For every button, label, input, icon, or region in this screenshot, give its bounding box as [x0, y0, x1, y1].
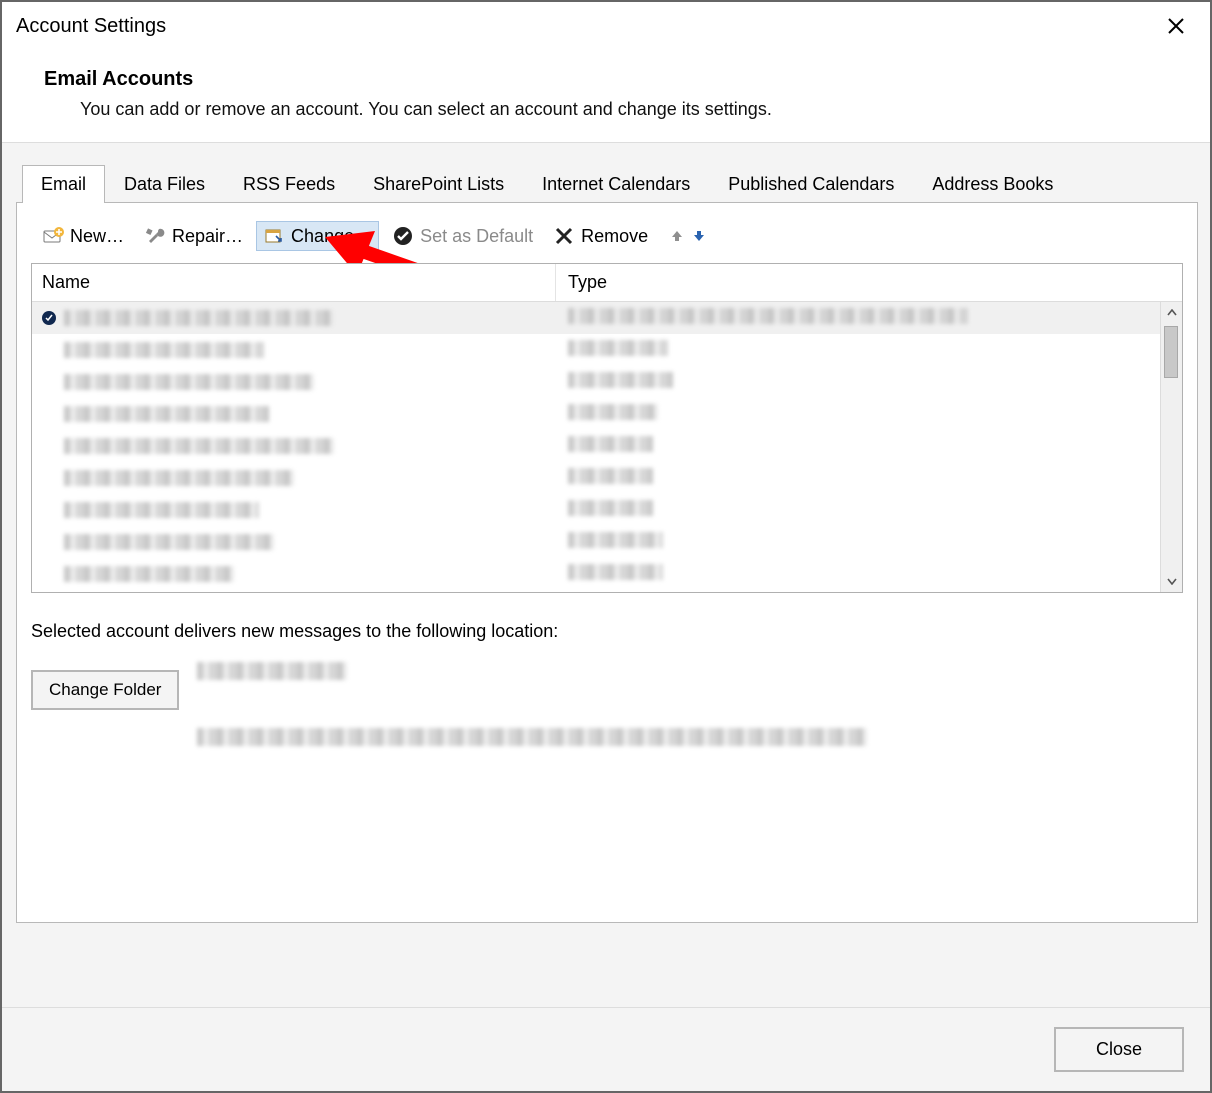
- redacted-account-type: [568, 468, 653, 484]
- tab-rss-feeds[interactable]: RSS Feeds: [224, 165, 354, 203]
- tab-data-files[interactable]: Data Files: [105, 165, 224, 203]
- redacted-account-type: [568, 372, 673, 388]
- remove-account-button[interactable]: Remove: [546, 221, 655, 251]
- footer: Close: [2, 1007, 1210, 1091]
- toolbar: New… Repair… Change…: [31, 217, 1183, 263]
- scrollbar[interactable]: [1160, 302, 1182, 592]
- repair-account-button[interactable]: Repair…: [137, 221, 250, 251]
- grid-header: Name Type: [32, 264, 1182, 302]
- close-button[interactable]: Close: [1054, 1027, 1184, 1072]
- chevron-up-icon: [1167, 309, 1177, 317]
- redacted-folder-path: [197, 728, 867, 746]
- delivery-text: Selected account delivers new messages t…: [31, 621, 1183, 642]
- redacted-account-name: [64, 342, 264, 358]
- tab-sharepoint-lists[interactable]: SharePoint Lists: [354, 165, 523, 203]
- grid-body: [32, 302, 1182, 592]
- change-label: Change…: [291, 226, 372, 247]
- set-default-button[interactable]: Set as Default: [385, 221, 540, 251]
- account-row[interactable]: [32, 302, 1160, 334]
- account-row[interactable]: [32, 430, 1160, 462]
- column-header-name[interactable]: Name: [32, 264, 556, 301]
- tab-email[interactable]: Email: [22, 165, 105, 203]
- redacted-account-name: [64, 502, 259, 518]
- set-default-label: Set as Default: [420, 226, 533, 247]
- redacted-folder-name: [197, 662, 347, 680]
- tab-panel-email: New… Repair… Change…: [16, 203, 1198, 923]
- redacted-account-type: [568, 436, 653, 452]
- header-subtitle: You can add or remove an account. You ca…: [44, 99, 1176, 120]
- change-folder-button[interactable]: Change Folder: [31, 670, 179, 710]
- redacted-account-name: [64, 374, 314, 390]
- account-row[interactable]: [32, 398, 1160, 430]
- chevron-down-icon: [1167, 577, 1177, 585]
- redacted-account-name: [64, 438, 334, 454]
- repair-label: Repair…: [172, 226, 243, 247]
- redacted-account-type: [568, 564, 663, 580]
- window-close-button[interactable]: [1156, 6, 1196, 46]
- redacted-account-name: [64, 534, 274, 550]
- move-up-button[interactable]: [669, 228, 685, 244]
- redacted-account-type: [568, 500, 653, 516]
- move-down-button[interactable]: [691, 228, 707, 244]
- window-title: Account Settings: [16, 15, 166, 38]
- tab-internet-calendars[interactable]: Internet Calendars: [523, 165, 709, 203]
- titlebar: Account Settings: [2, 2, 1210, 50]
- default-account-icon: [42, 311, 56, 325]
- redacted-account-type: [568, 308, 968, 324]
- new-account-button[interactable]: New…: [35, 221, 131, 251]
- new-label: New…: [70, 226, 124, 247]
- change-icon: [263, 225, 285, 247]
- remove-label: Remove: [581, 226, 648, 247]
- account-settings-window: Account Settings Email Accounts You can …: [0, 0, 1212, 1093]
- tab-published-calendars[interactable]: Published Calendars: [709, 165, 913, 203]
- account-row[interactable]: [32, 334, 1160, 366]
- redacted-account-name: [64, 310, 334, 326]
- arrow-up-icon: [670, 229, 684, 243]
- x-icon: [553, 225, 575, 247]
- redacted-account-type: [568, 404, 658, 420]
- account-row[interactable]: [32, 494, 1160, 526]
- account-row[interactable]: [32, 526, 1160, 558]
- redacted-account-name: [64, 566, 234, 582]
- scroll-down-button[interactable]: [1161, 570, 1182, 592]
- change-account-button[interactable]: Change…: [256, 221, 379, 251]
- scroll-thumb[interactable]: [1164, 326, 1178, 378]
- content-area: Email Data Files RSS Feeds SharePoint Li…: [2, 143, 1210, 1007]
- account-row[interactable]: [32, 558, 1160, 590]
- column-header-type[interactable]: Type: [556, 264, 1160, 301]
- account-row[interactable]: [32, 366, 1160, 398]
- tools-icon: [144, 225, 166, 247]
- envelope-new-icon: [42, 225, 64, 247]
- header: Email Accounts You can add or remove an …: [2, 50, 1210, 143]
- scroll-up-button[interactable]: [1161, 302, 1182, 324]
- check-circle-icon: [392, 225, 414, 247]
- account-row[interactable]: [32, 462, 1160, 494]
- tab-strip: Email Data Files RSS Feeds SharePoint Li…: [16, 165, 1198, 203]
- redacted-account-type: [568, 532, 663, 548]
- redacted-account-name: [64, 470, 294, 486]
- header-title: Email Accounts: [44, 68, 1176, 91]
- accounts-grid: Name Type: [31, 263, 1183, 593]
- close-icon: [1167, 17, 1185, 35]
- delivery-section: Selected account delivers new messages t…: [31, 593, 1183, 751]
- arrow-down-icon: [692, 229, 706, 243]
- redacted-account-type: [568, 340, 668, 356]
- redacted-account-name: [64, 406, 269, 422]
- tab-address-books[interactable]: Address Books: [913, 165, 1072, 203]
